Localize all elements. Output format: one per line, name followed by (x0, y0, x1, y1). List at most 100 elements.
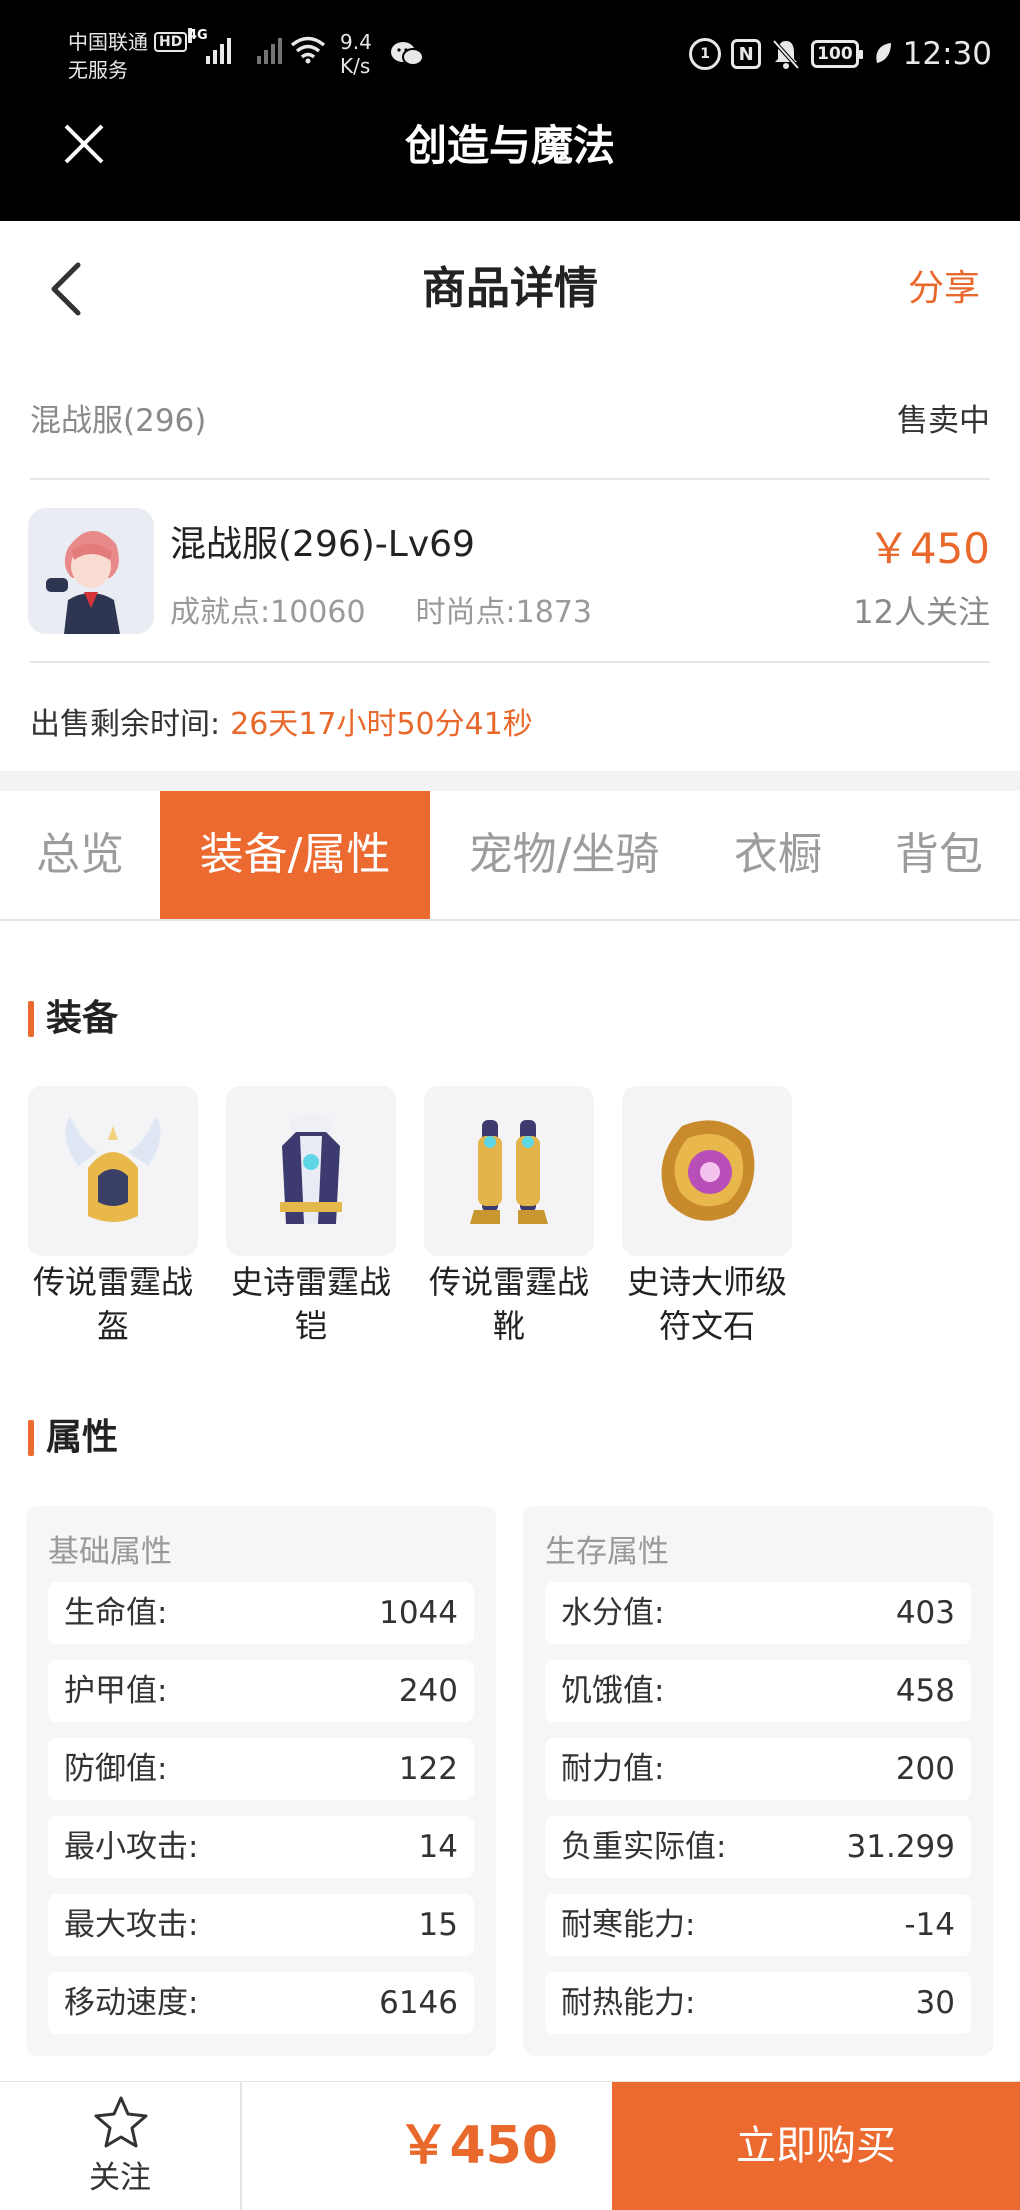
survival-attributes-panel: 生存属性 水分值: 403 饥饿值: 458 耐力值: 200 负重实际值: 31.29… (523, 1506, 993, 2056)
basic-attributes-panel: 基础属性 生命值: 1044 护甲值: 240 防御值: 122 最小攻击: 14 最大… (26, 1506, 496, 2056)
attribute-value: 14 (418, 1829, 458, 1865)
service-status: 无服务 (68, 58, 128, 82)
carrier-name: 中国联通 (68, 30, 148, 54)
tab-content: 装备 传说雷霆战 盔 史诗雷霆战 铠 传说雷霆战 靴 史诗大师级 符文石 属性 … (0, 921, 1020, 2081)
net-speed-value: 9.4 (340, 30, 372, 54)
remaining-time: 出售剩余时间: 26天17小时50分41秒 (30, 699, 533, 743)
wifi-icon (290, 36, 326, 64)
attribute-key: 耐力值: (561, 1751, 665, 1787)
nfc-icon: N (731, 39, 762, 69)
sale-status: 售卖中 (897, 403, 990, 439)
attribute-row: 负重实际值: 31.299 (545, 1816, 971, 1878)
remaining-time-value: 26天17小时50分41秒 (230, 707, 533, 742)
attribute-row: 耐寒能力: -14 (545, 1894, 971, 1956)
attribute-value: 240 (398, 1673, 458, 1709)
tab-backpack[interactable]: 背包 (858, 791, 1020, 919)
attribute-row: 护甲值: 240 (48, 1660, 474, 1722)
clock: 12:30 (902, 36, 992, 72)
follow-button[interactable]: 关注 (0, 2082, 242, 2210)
attributes-section-title: 属性 (28, 1416, 118, 1460)
tab-pets-mounts[interactable]: 宠物/坐骑 (430, 791, 698, 919)
attribute-value: 200 (895, 1751, 955, 1787)
attribute-value: 458 (895, 1673, 955, 1709)
net-type: 4G (188, 28, 208, 43)
equipment-section-title: 装备 (28, 997, 118, 1041)
buy-now-button[interactable]: 立即购买 (612, 2082, 1020, 2210)
attribute-key: 最大攻击: (64, 1907, 199, 1943)
tab-overview[interactable]: 总览 (0, 791, 160, 919)
helmet-icon (28, 1086, 198, 1256)
remaining-time-label: 出售剩余时间: (30, 707, 221, 742)
equipment-item[interactable]: 传说雷霆战 靴 (424, 1086, 594, 1348)
bottom-action-bar: 关注 ￥450 立即购买 (0, 2081, 1020, 2210)
follower-count: 12人关注 (853, 593, 990, 631)
basic-attributes-header: 基础属性 (48, 1534, 172, 1570)
attribute-row: 移动速度: 6146 (48, 1972, 474, 2034)
attribute-value: 31.299 (846, 1829, 955, 1865)
boots-icon (424, 1086, 594, 1256)
attribute-key: 水分值: (561, 1595, 665, 1631)
tab-wardrobe[interactable]: 衣橱 (698, 791, 858, 919)
achievement-points: 成就点:10060 (170, 595, 366, 630)
battery-icon: 100 (811, 40, 863, 68)
survival-attributes-header: 生存属性 (545, 1534, 669, 1570)
attribute-row: 生命值: 1044 (48, 1582, 474, 1644)
attribute-row: 耐热能力: 30 (545, 1972, 971, 2034)
tab-bar: 总览 装备/属性 宠物/坐骑 衣橱 背包 (0, 791, 1020, 921)
attribute-row: 最小攻击: 14 (48, 1816, 474, 1878)
attribute-row: 水分值: 403 (545, 1582, 971, 1644)
product-price: ￥450 (867, 524, 990, 573)
top-bar: 中国联通 HD 无服务 4G 9.4 K/s 1 N 100 12:30 创造与… (0, 0, 1020, 221)
app-title: 创造与魔法 (404, 121, 615, 170)
attribute-key: 最小攻击: (64, 1829, 199, 1865)
status-right: 1 N 100 12:30 (689, 36, 992, 72)
attribute-value: 403 (895, 1595, 955, 1631)
divider (30, 661, 990, 663)
signal-icons: 4G (188, 28, 282, 64)
armor-icon (226, 1086, 396, 1256)
attribute-key: 护甲值: (64, 1673, 168, 1709)
attribute-value: 122 (398, 1751, 458, 1787)
wechat-icon (391, 42, 424, 66)
attribute-key: 耐热能力: (561, 1985, 696, 2021)
attribute-value: 6146 (379, 1985, 458, 2021)
product-name: 混战服(296)-Lv69 (170, 524, 475, 565)
equipment-item[interactable]: 史诗雷霆战 铠 (226, 1086, 396, 1348)
detail-header: 商品详情 分享 (0, 221, 1020, 351)
hd-call-icon: 1 (689, 38, 722, 70)
attribute-value: -14 (904, 1907, 955, 1943)
attribute-row: 防御值: 122 (48, 1738, 474, 1800)
server-name: 混战服(296) (30, 403, 207, 439)
hd-badge: HD (154, 32, 188, 52)
character-avatar (28, 508, 154, 634)
page-title: 商品详情 (422, 263, 598, 314)
attribute-row: 饥饿值: 458 (545, 1660, 971, 1722)
attribute-key: 耐寒能力: (561, 1907, 696, 1943)
attribute-row: 最大攻击: 15 (48, 1894, 474, 1956)
net-speed: 9.4 K/s (340, 30, 372, 78)
net-speed-unit: K/s (340, 54, 371, 78)
leaf-icon (875, 43, 891, 63)
equipment-name-line2: 靴 (492, 1307, 525, 1345)
attribute-key: 防御值: (64, 1751, 168, 1787)
equipment-name-line1: 史诗大师级 (626, 1263, 787, 1301)
attribute-row: 耐力值: 200 (545, 1738, 971, 1800)
attribute-key: 生命值: (64, 1595, 168, 1631)
attribute-key: 移动速度: (64, 1985, 199, 2021)
equipment-name: 传说雷霆战 盔 (28, 1260, 198, 1348)
carrier-info: 中国联通 HD 无服务 (68, 28, 188, 84)
attribute-value: 15 (418, 1907, 458, 1943)
share-button[interactable]: 分享 (908, 265, 980, 313)
star-icon (94, 2096, 148, 2148)
equipment-name-line1: 史诗雷霆战 (230, 1263, 391, 1301)
tab-equipment-attributes[interactable]: 装备/属性 (160, 791, 430, 919)
mute-bell-icon (772, 39, 800, 70)
equipment-name-line2: 符文石 (658, 1307, 755, 1345)
signal-nosim-icon (257, 34, 282, 64)
equipment-name: 史诗雷霆战 铠 (226, 1260, 396, 1348)
follow-label: 关注 (89, 2160, 151, 2196)
equipment-item[interactable]: 传说雷霆战 盔 (28, 1086, 198, 1348)
attribute-value: 1044 (379, 1595, 458, 1631)
equipment-item[interactable]: 史诗大师级 符文石 (622, 1086, 792, 1348)
equipment-name-line2: 铠 (294, 1307, 327, 1345)
